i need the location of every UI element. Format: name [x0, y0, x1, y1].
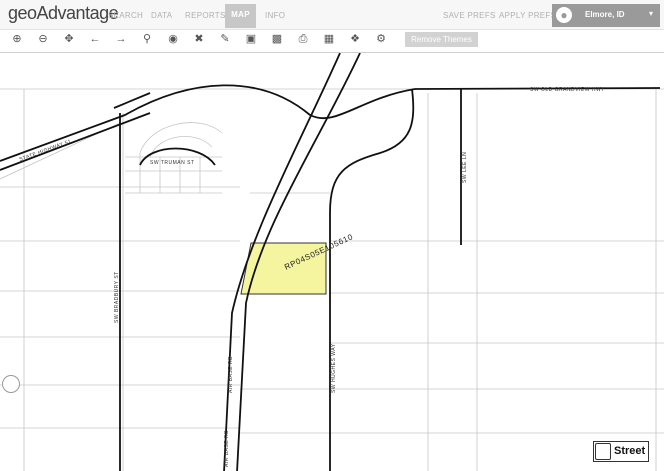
nav-map[interactable]: MAP — [225, 4, 256, 28]
location-selector[interactable]: ● Elmore, ID ▾ — [552, 4, 660, 27]
search-icon[interactable]: ⚲ — [140, 32, 154, 46]
basemap-checkbox[interactable] — [595, 443, 611, 460]
road-label-air-base-2: AIR BASE RD — [228, 356, 234, 393]
map-toolbar: ⊕ ⊖ ✥ ← → ⚲ ◉ ✖ ✎ ▣ ▩ ⎙ ▦ ❖ ⚙ — [0, 30, 664, 52]
roads — [0, 53, 661, 471]
zoom-out-icon[interactable]: ⊖ — [36, 32, 50, 46]
save-icon[interactable]: ▩ — [270, 32, 284, 46]
map-canvas[interactable]: SW OLD GRANDVIEW HWY STATE HIGHWAY 51 SW… — [0, 52, 664, 471]
layers-icon[interactable]: ▣ — [244, 32, 258, 46]
clear-icon[interactable]: ✖ — [192, 32, 206, 46]
back-icon[interactable]: ← — [88, 32, 102, 46]
road-label-hughes: SW HUGHES WAY — [331, 343, 337, 393]
chevron-down-icon: ▾ — [649, 9, 654, 18]
toolbox-icon[interactable]: ▦ — [322, 32, 336, 46]
zoom-ring-control[interactable] — [2, 375, 20, 393]
nav-reports[interactable]: REPORTS — [185, 11, 226, 20]
app-brand: geoAdvantage — [8, 3, 119, 23]
road-label-old-grandview: SW OLD GRANDVIEW HWY — [530, 87, 605, 93]
road-label-air-base-1: AIR BASE RD — [224, 430, 230, 467]
globe-icon: ● — [556, 7, 572, 23]
save-prefs-link[interactable]: SAVE PREFS — [443, 11, 496, 20]
settings-icon[interactable]: ⚙ — [374, 32, 388, 46]
globe-icon[interactable]: ◉ — [166, 32, 180, 46]
map-svg[interactable]: SW OLD GRANDVIEW HWY STATE HIGHWAY 51 SW… — [0, 53, 664, 471]
road-label-truman: SW TRUMAN ST — [150, 160, 195, 166]
nav-search[interactable]: SEARCH — [108, 11, 143, 20]
nav-data[interactable]: DATA — [151, 11, 172, 20]
forward-icon[interactable]: → — [114, 32, 128, 46]
pan-icon[interactable]: ✥ — [62, 32, 76, 46]
zoom-in-icon[interactable]: ⊕ — [10, 32, 24, 46]
road-label-lee: SW LEE LN — [462, 152, 468, 183]
help-icon[interactable]: ❖ — [348, 32, 362, 46]
nav-info[interactable]: INFO — [265, 11, 285, 20]
location-label: Elmore, ID — [585, 10, 625, 19]
draw-icon[interactable]: ✎ — [218, 32, 232, 46]
print-icon[interactable]: ⎙ — [296, 32, 310, 46]
apply-prefs-link[interactable]: APPLY PREFS — [499, 11, 556, 20]
parcel-lines — [0, 88, 664, 471]
basemap-label: Street — [614, 445, 646, 457]
road-label-bradbury: SW BRADBURY ST — [114, 271, 120, 323]
remove-themes-button[interactable]: Remove Themes — [405, 32, 478, 47]
top-navbar: geoAdvantage SEARCH DATA REPORTS MAP INF… — [0, 0, 664, 30]
basemap-toggle[interactable]: Street — [593, 441, 649, 462]
